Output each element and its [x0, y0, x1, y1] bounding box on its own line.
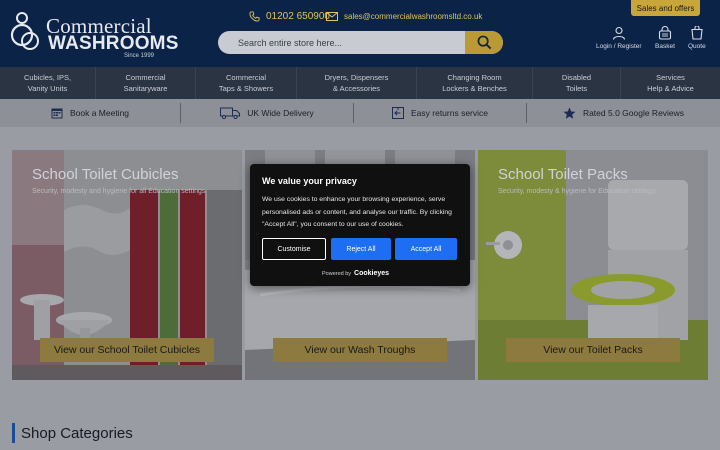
basket-link[interactable]: Basket [655, 26, 675, 50]
nav-item-line1: Dryers, Dispensers [324, 73, 389, 82]
nav-item-sanitaryware[interactable]: Commercial Sanitaryware [96, 67, 196, 99]
promo-title: School Toilet Packs [498, 166, 628, 183]
view-toilet-packs-button[interactable]: View our Toilet Packs [506, 338, 680, 362]
usp-google-reviews[interactable]: Rated 5.0 Google Reviews [527, 103, 720, 123]
view-wash-troughs-button[interactable]: View our Wash Troughs [273, 338, 447, 362]
cookie-description: We use cookies to enhance your browsing … [262, 196, 452, 228]
login-register-link[interactable]: Login / Register [596, 26, 642, 50]
usp-label: Book a Meeting [69, 108, 130, 118]
search-bar [218, 31, 503, 54]
basket-icon [658, 26, 671, 40]
nav-item-cubicles[interactable]: Cubicles, IPS, Vanity Units [0, 67, 96, 99]
star-icon [563, 107, 576, 119]
section-accent-bar [12, 423, 15, 443]
usp-label: Easy returns service [411, 108, 488, 118]
logo-rings-icon [10, 12, 39, 50]
nav-item-line1: Changing Room [447, 73, 502, 82]
promo-subtitle: Security, modesty and hygiene for all Ed… [32, 188, 206, 195]
logo-text-washrooms: WASHROOMS [48, 33, 179, 54]
promo-school-toilet-cubicles[interactable]: School Toilet Cubicles Security, modesty… [12, 150, 242, 380]
quote-label: Quote [688, 43, 706, 50]
search-button[interactable] [465, 31, 503, 54]
site-header: Commercial WASHROOMS Since 1999 01202 65… [0, 0, 720, 67]
nav-item-disabled-toilets[interactable]: Disabled Toilets [533, 67, 621, 99]
cookie-reject-all-button[interactable]: Reject All [331, 238, 391, 260]
site-logo[interactable]: Commercial WASHROOMS Since 1999 [10, 10, 178, 59]
email-address: sales@commercialwashroomsltd.co.uk [344, 11, 483, 21]
usp-label: Rated 5.0 Google Reviews [582, 108, 685, 118]
usp-label: UK Wide Delivery [247, 108, 314, 118]
cookie-consent-dialog: We value your privacy We use cookies to … [250, 164, 470, 286]
nav-item-services-help[interactable]: Services Help & Advice [621, 67, 720, 99]
nav-item-line2: Lockers & Benches [442, 84, 507, 93]
phone-icon [249, 10, 260, 22]
nav-item-line2: Toilets [565, 84, 588, 93]
search-input[interactable] [218, 31, 464, 54]
search-icon [477, 35, 491, 50]
view-school-toilet-cubicles-button[interactable]: View our School Toilet Cubicles [40, 338, 214, 362]
nav-item-lockers-benches[interactable]: Changing Room Lockers & Benches [417, 67, 533, 99]
cookie-customise-button[interactable]: Customise [262, 238, 326, 260]
cookie-powered-by: Powered by Cookieyes [322, 270, 389, 277]
nav-item-line2: Sanitaryware [123, 84, 168, 93]
mail-icon [326, 11, 338, 21]
nav-item-line2: Help & Advice [647, 84, 694, 93]
usp-book-meeting[interactable]: Book a Meeting [0, 103, 180, 123]
basket-label: Basket [655, 43, 675, 50]
nav-item-dryers-dispensers[interactable]: Dryers, Dispensers & Accessories [297, 67, 417, 99]
powered-by-label: Powered by [322, 270, 352, 277]
header-phone[interactable]: 01202 650900 [249, 10, 330, 22]
quote-link[interactable]: Quote [688, 26, 706, 50]
shop-categories-heading: Shop Categories [21, 425, 133, 442]
nav-item-taps-showers[interactable]: Commercial Taps & Showers [196, 67, 297, 99]
user-icon [612, 26, 625, 40]
nav-item-line2: Vanity Units [27, 84, 68, 93]
cookie-accept-all-button[interactable]: Accept All [395, 238, 457, 260]
promo-subtitle: Security, modesty & hygiene for Educatio… [498, 188, 656, 195]
cookieyes-logo[interactable]: Cookieyes [354, 270, 389, 277]
main-navigation: Cubicles, IPS, Vanity Units Commercial S… [0, 67, 720, 99]
truck-icon [220, 107, 241, 119]
logo-since-text: Since 1999 [124, 53, 155, 59]
nav-item-line1: Commercial [125, 73, 166, 82]
usp-uk-delivery[interactable]: UK Wide Delivery [181, 103, 353, 123]
nav-item-line1: Commercial [225, 73, 266, 82]
usp-strip: Book a Meeting UK Wide Delivery Easy ret… [0, 99, 720, 127]
sales-and-offers-button[interactable]: Sales and offers [631, 0, 700, 16]
promo-title: School Toilet Cubicles [32, 166, 179, 183]
nav-item-line2: Taps & Showers [218, 84, 274, 93]
promo-school-toilet-packs[interactable]: School Toilet Packs Security, modesty & … [478, 150, 708, 380]
header-email[interactable]: sales@commercialwashroomsltd.co.uk [326, 10, 482, 22]
nav-item-line2: & Accessories [332, 84, 381, 93]
login-register-label: Login / Register [596, 43, 642, 50]
nav-item-line1: Cubicles, IPS, [23, 73, 72, 82]
cookie-title: We value your privacy [262, 176, 357, 186]
quote-icon [691, 26, 703, 40]
returns-icon [392, 107, 404, 119]
calendar-icon [51, 108, 63, 119]
nav-item-line1: Services [656, 73, 685, 82]
phone-number: 01202 650900 [266, 10, 330, 22]
nav-item-line1: Disabled [561, 73, 592, 82]
usp-easy-returns[interactable]: Easy returns service [354, 103, 526, 123]
